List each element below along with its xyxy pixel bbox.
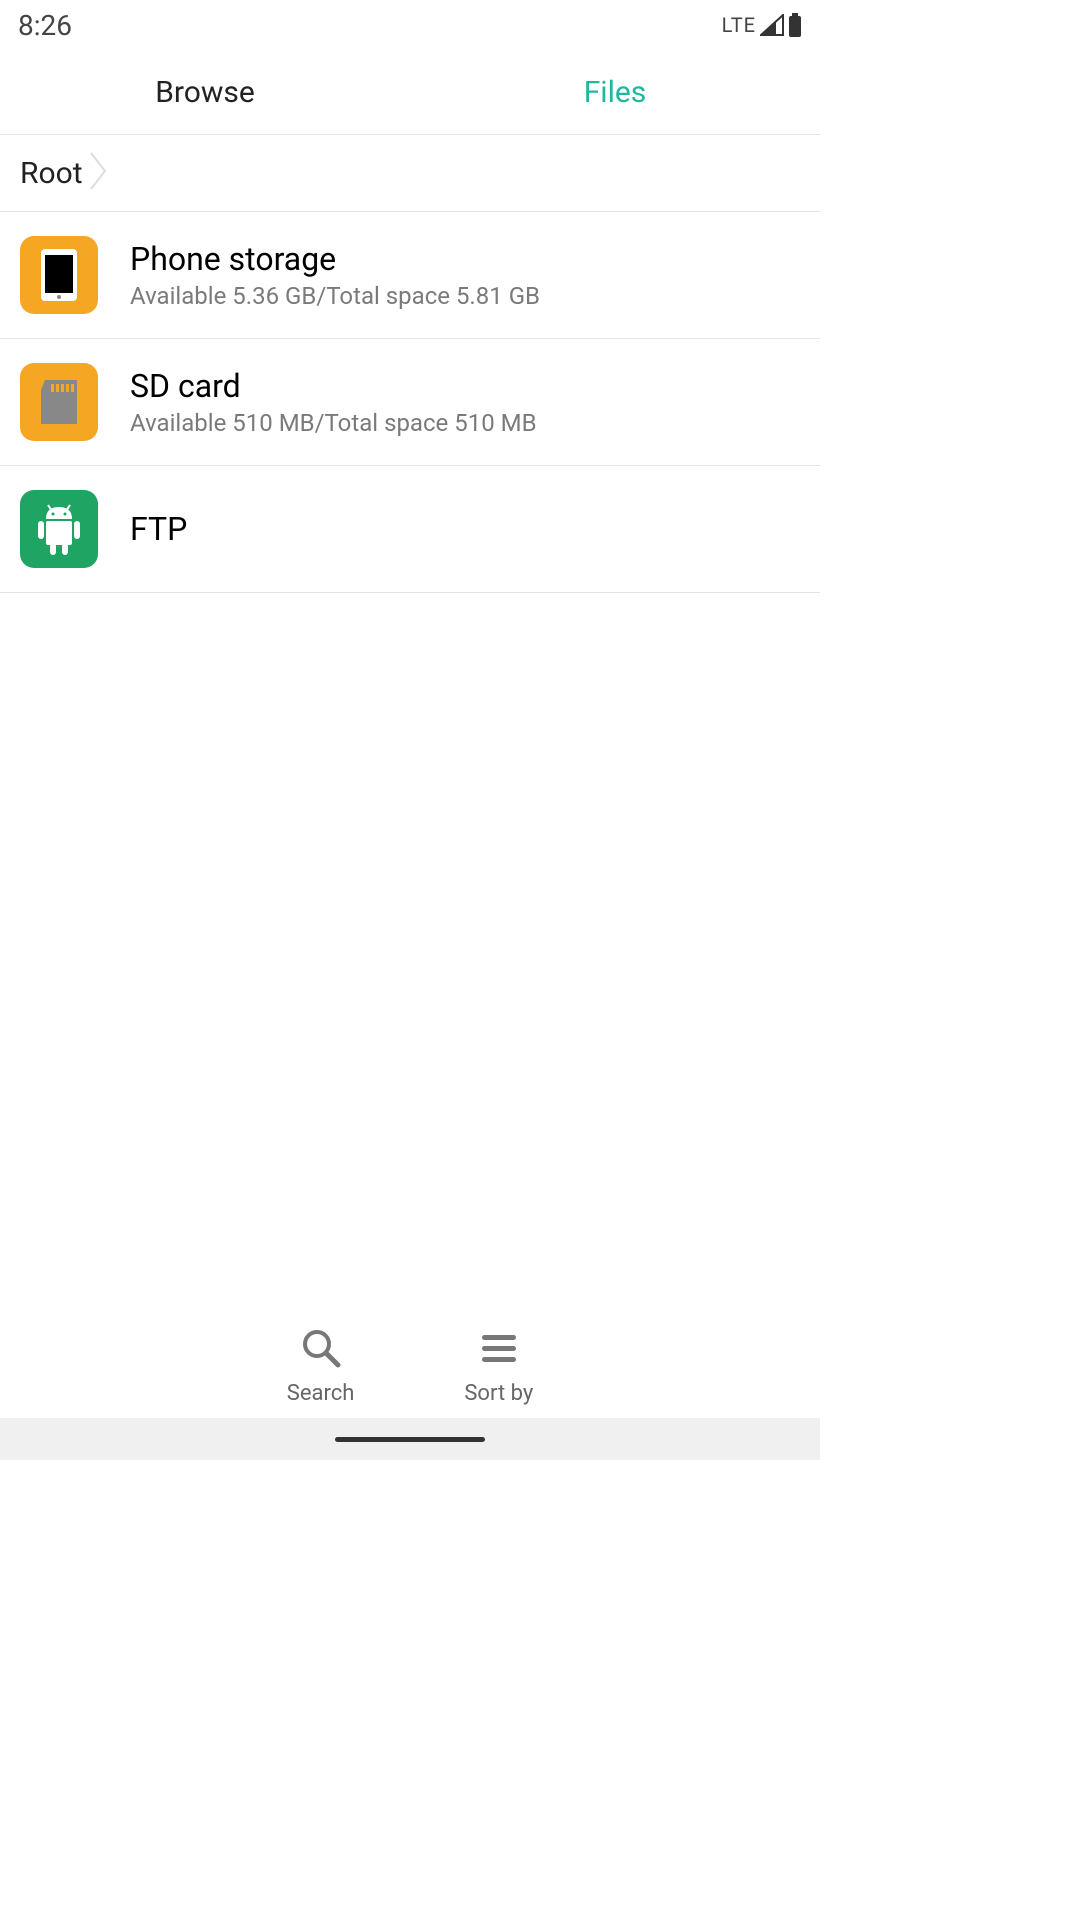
storage-text: SD card Available 510 MB/Total space 510… — [130, 367, 537, 437]
storage-item-ftp[interactable]: FTP — [0, 466, 820, 593]
storage-text: Phone storage Available 5.36 GB/Total sp… — [130, 240, 540, 310]
storage-list: Phone storage Available 5.36 GB/Total sp… — [0, 212, 820, 1303]
search-label: Search — [287, 1381, 355, 1406]
battery-icon — [788, 13, 802, 37]
network-label: LTE — [722, 13, 756, 37]
sdcard-icon — [20, 363, 98, 441]
bottom-bar: Search Sort by — [0, 1303, 820, 1418]
signal-icon — [760, 14, 784, 36]
storage-subtitle: Available 510 MB/Total space 510 MB — [130, 409, 537, 437]
status-bar: 8:26 LTE — [0, 0, 820, 50]
storage-subtitle: Available 5.36 GB/Total space 5.81 GB — [130, 282, 540, 310]
breadcrumb-root: Root — [20, 156, 83, 191]
status-time: 8:26 — [18, 9, 72, 42]
search-icon — [300, 1327, 342, 1373]
storage-title: SD card — [130, 367, 537, 405]
chevron-right-icon — [89, 151, 109, 195]
ftp-icon — [20, 490, 98, 568]
sort-button[interactable]: Sort by — [464, 1327, 533, 1406]
storage-title: Phone storage — [130, 240, 540, 278]
tabs: Browse Files — [0, 50, 820, 135]
tab-browse[interactable]: Browse — [0, 50, 410, 134]
phone-storage-icon — [20, 236, 98, 314]
sort-label: Sort by — [464, 1381, 533, 1406]
nav-indicator[interactable] — [335, 1437, 485, 1442]
storage-text: FTP — [130, 510, 187, 548]
tab-files[interactable]: Files — [410, 50, 820, 134]
tab-files-label: Files — [584, 75, 647, 110]
search-button[interactable]: Search — [287, 1327, 355, 1406]
status-icons: LTE — [722, 13, 802, 37]
nav-bar — [0, 1418, 820, 1460]
storage-item-sdcard[interactable]: SD card Available 510 MB/Total space 510… — [0, 339, 820, 466]
breadcrumb[interactable]: Root — [0, 135, 820, 212]
storage-item-phone[interactable]: Phone storage Available 5.36 GB/Total sp… — [0, 212, 820, 339]
tab-browse-label: Browse — [155, 75, 255, 110]
sort-icon — [478, 1327, 520, 1373]
storage-title: FTP — [130, 510, 187, 548]
